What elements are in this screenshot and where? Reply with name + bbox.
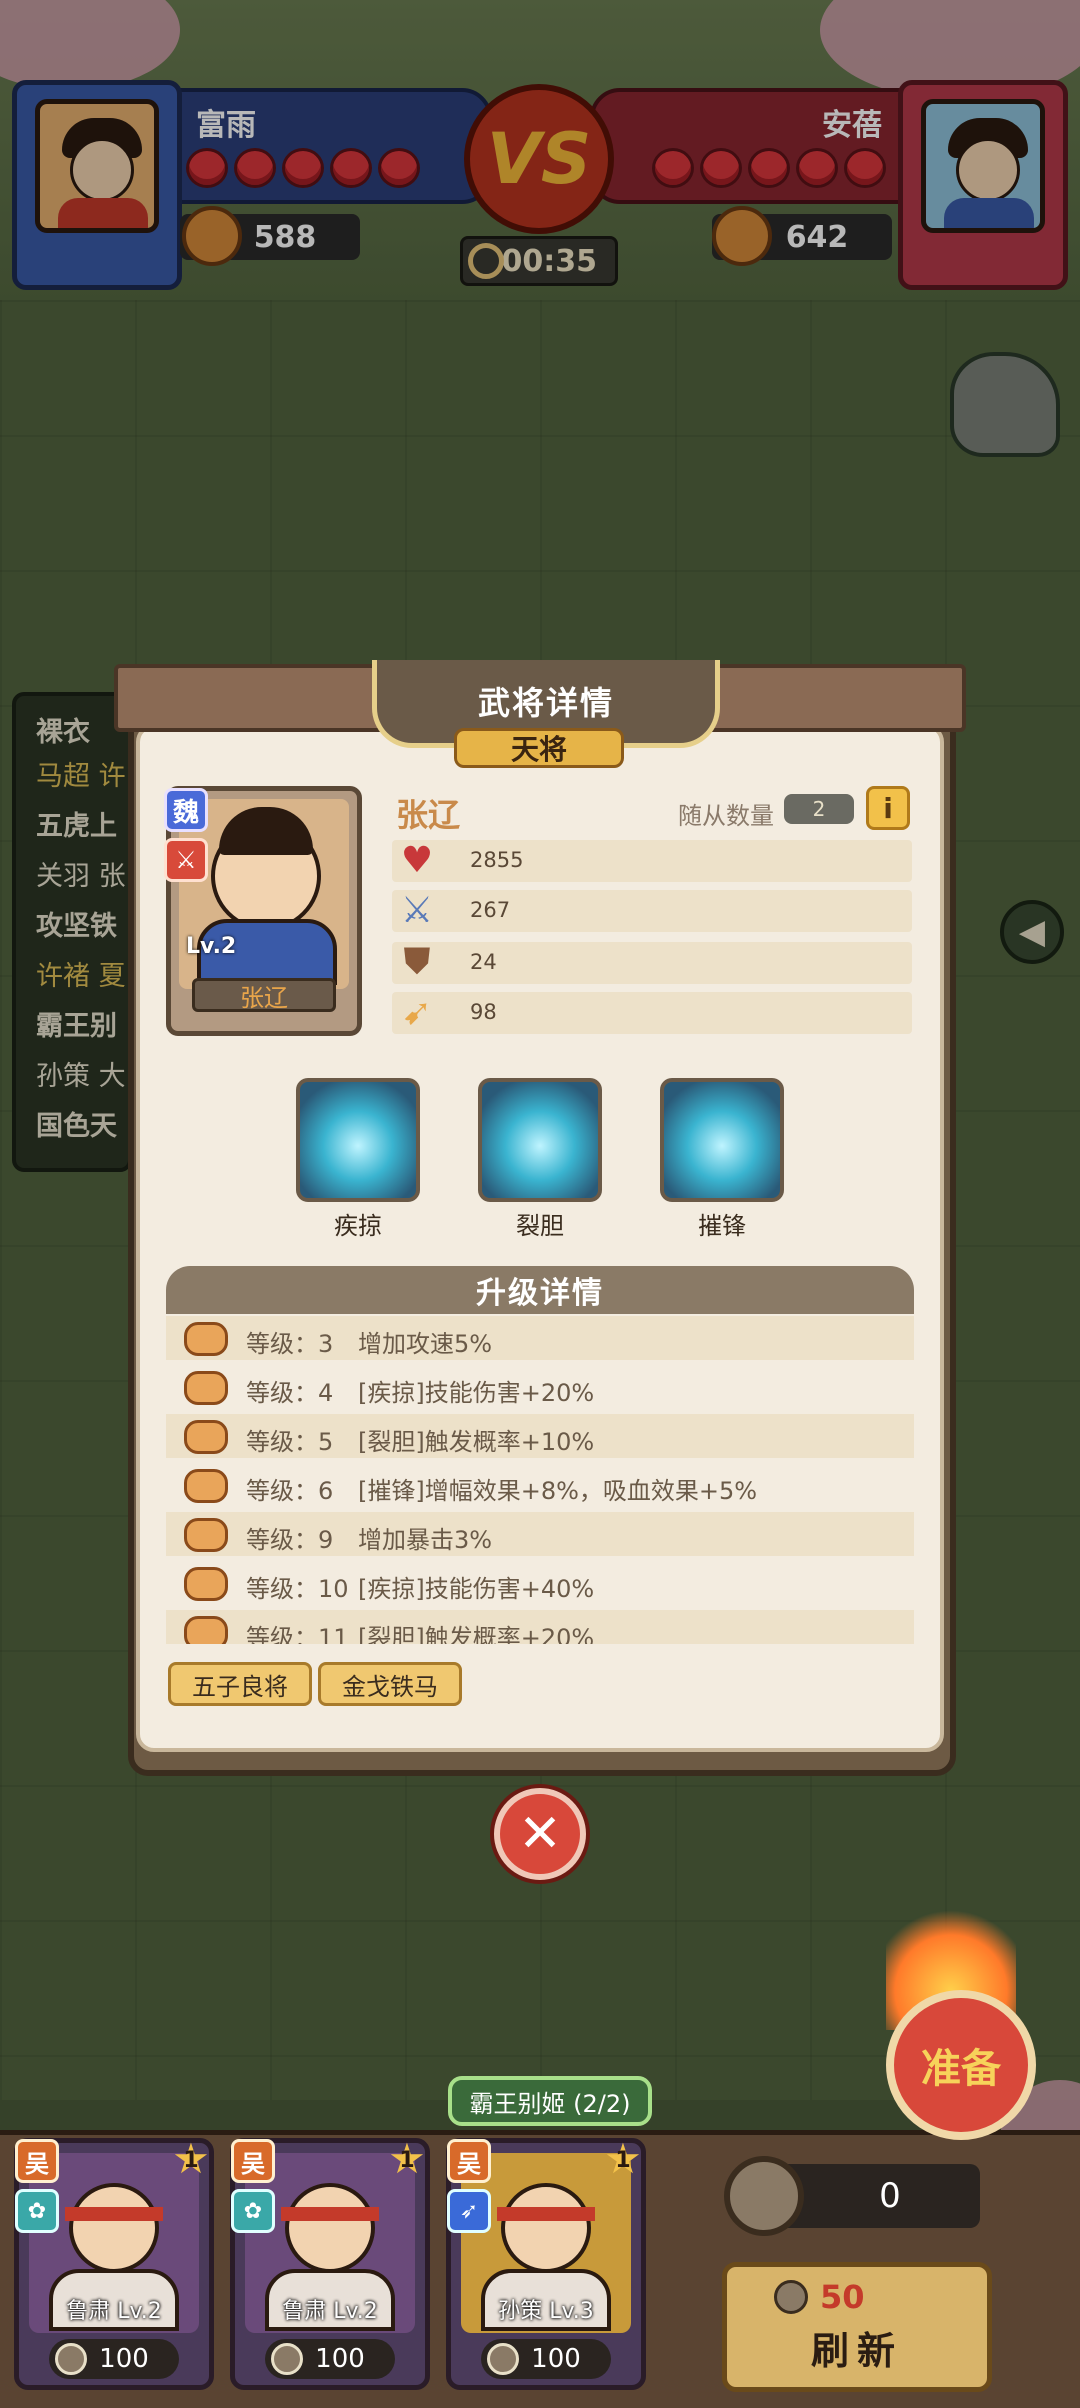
coin-icon [487, 2343, 519, 2375]
upgrade-effect: [裂胆]触发概率+10% [358, 1428, 595, 1456]
active-synergy-badge[interactable]: 霸王别姬 (2/2) [448, 2076, 652, 2126]
refresh-label: 刷新 [810, 2329, 903, 2373]
hero-name: 张辽 [396, 796, 461, 834]
class-icon: ➶ [447, 2189, 491, 2233]
skill-name: 摧锋 [698, 1212, 746, 1240]
star-icon: ★ 1 [385, 2137, 429, 2181]
star-icon: ★ 1 [601, 2137, 645, 2181]
upgrade-level: 等级：3 [246, 1330, 334, 1358]
upgrade-title: 升级详情 [166, 1266, 914, 1314]
skill-name: 疾掠 [334, 1212, 382, 1240]
blade-class-icon: ⚔ [164, 838, 208, 882]
level-pot-icon [184, 1469, 228, 1503]
class-icon: ✿ [231, 2189, 275, 2233]
hero-head [501, 2183, 591, 2273]
level-pot-icon [184, 1371, 228, 1405]
upgrade-level: 等级：6 [246, 1477, 334, 1505]
hero-head [285, 2183, 375, 2273]
star-count: 1 [399, 2148, 415, 2173]
hero-portrait-name: 张辽 [192, 978, 336, 1012]
refresh-cost: 50 [820, 2278, 865, 2316]
upgrade-level: 等级：9 [246, 1526, 334, 1554]
hero-rank-badge: 天将 [454, 728, 624, 768]
upgrade-row: 等级：11 [裂胆]触发概率+20% [166, 1610, 914, 1644]
ready-button[interactable]: 准备 [886, 1990, 1036, 2140]
skill-name: 裂胆 [516, 1212, 564, 1240]
coin-icon [55, 2343, 87, 2375]
coin-icon [774, 2280, 808, 2314]
faction-badge: 吴 [231, 2139, 275, 2183]
hero-card[interactable]: 孙策 Lv.3 100 吴 ➶ ★ 1 [446, 2137, 646, 2390]
boot-icon: ➹ [401, 991, 433, 1033]
follower-count-value: 2 [784, 794, 854, 824]
star-count: 1 [183, 2148, 199, 2173]
upgrade-level: 等级：10 [246, 1575, 349, 1603]
upgrade-level: 等级：4 [246, 1379, 334, 1407]
stat-value: 267 [470, 898, 511, 922]
headband [281, 2207, 379, 2221]
upgrade-row: 等级：9 增加暴击3% [166, 1512, 914, 1556]
coin-icon [724, 2156, 804, 2236]
upgrade-row: 等级：10 [疾掠]技能伤害+40% [166, 1561, 914, 1605]
card-hero-name: 鲁肃 Lv.2 [282, 2299, 378, 2324]
card-hero-name: 孙策 Lv.3 [498, 2299, 594, 2324]
class-icon: ✿ [15, 2189, 59, 2233]
info-icon[interactable]: i [866, 786, 910, 830]
level-pot-icon [184, 1518, 228, 1552]
heart-icon: ♥ [400, 839, 434, 881]
skill-icon[interactable] [296, 1078, 420, 1202]
faction-badge: 吴 [447, 2139, 491, 2183]
hero-card[interactable]: 鲁肃 Lv.2 100 吴 ✿ ★ 1 [14, 2137, 214, 2390]
trait-tag[interactable]: 金戈铁马 [318, 1662, 462, 1706]
headband [65, 2207, 163, 2221]
upgrade-effect: 增加暴击3% [358, 1526, 493, 1554]
upgrade-list[interactable]: 等级：3 增加攻速5% 等级：4 [疾掠]技能伤害+20% 等级：5 [裂胆]触发概率+1… [166, 1314, 914, 1644]
hero-level: Lv.2 [186, 934, 237, 959]
upgrade-level: 等级：5 [246, 1428, 334, 1456]
upgrade-effect: [摧锋]增幅效果+8%，吸血效果+5% [358, 1477, 758, 1505]
level-pot-icon [184, 1567, 228, 1601]
star-count: 1 [615, 2148, 631, 2173]
upgrade-row: 等级：4 [疾掠]技能伤害+20% [166, 1365, 914, 1409]
upgrade-row: 等级：6 [摧锋]增幅效果+8%，吸血效果+5% [166, 1463, 914, 1507]
coin-icon [271, 2343, 303, 2375]
upgrade-effect: 增加攻速5% [358, 1330, 493, 1358]
upgrade-row: 等级：3 增加攻速5% [166, 1316, 914, 1360]
upgrade-effect: [裂胆]触发概率+20% [358, 1624, 595, 1644]
card-hero-name: 鲁肃 Lv.2 [66, 2299, 162, 2324]
skill-icon[interactable] [478, 1078, 602, 1202]
level-pot-icon [184, 1420, 228, 1454]
follower-count-label: 随从数量 [678, 802, 774, 830]
stat-value: 98 [470, 1000, 497, 1024]
level-pot-icon [184, 1616, 228, 1644]
close-button[interactable]: ✕ [494, 1788, 586, 1880]
hero-card[interactable]: 鲁肃 Lv.2 100 吴 ✿ ★ 1 [230, 2137, 430, 2390]
level-pot-icon [184, 1322, 228, 1356]
upgrade-level: 等级：11 [246, 1624, 349, 1644]
upgrade-row: 等级：5 [裂胆]触发概率+10% [166, 1414, 914, 1458]
hero-head [69, 2183, 159, 2273]
trait-tag[interactable]: 五子良将 [168, 1662, 312, 1706]
star-icon: ★ 1 [169, 2137, 213, 2181]
sword-icon: ⚔ [400, 889, 434, 931]
faction-badge: 吴 [15, 2139, 59, 2183]
stat-value: 24 [470, 950, 497, 974]
upgrade-effect: [疾掠]技能伤害+40% [358, 1575, 595, 1603]
stat-value: 2855 [470, 848, 524, 872]
headband [497, 2207, 595, 2221]
skill-icon[interactable] [660, 1078, 784, 1202]
upgrade-effect: [疾掠]技能伤害+20% [358, 1379, 595, 1407]
shield-icon: ⛊ [403, 941, 431, 982]
faction-badge: 魏 [164, 788, 208, 832]
